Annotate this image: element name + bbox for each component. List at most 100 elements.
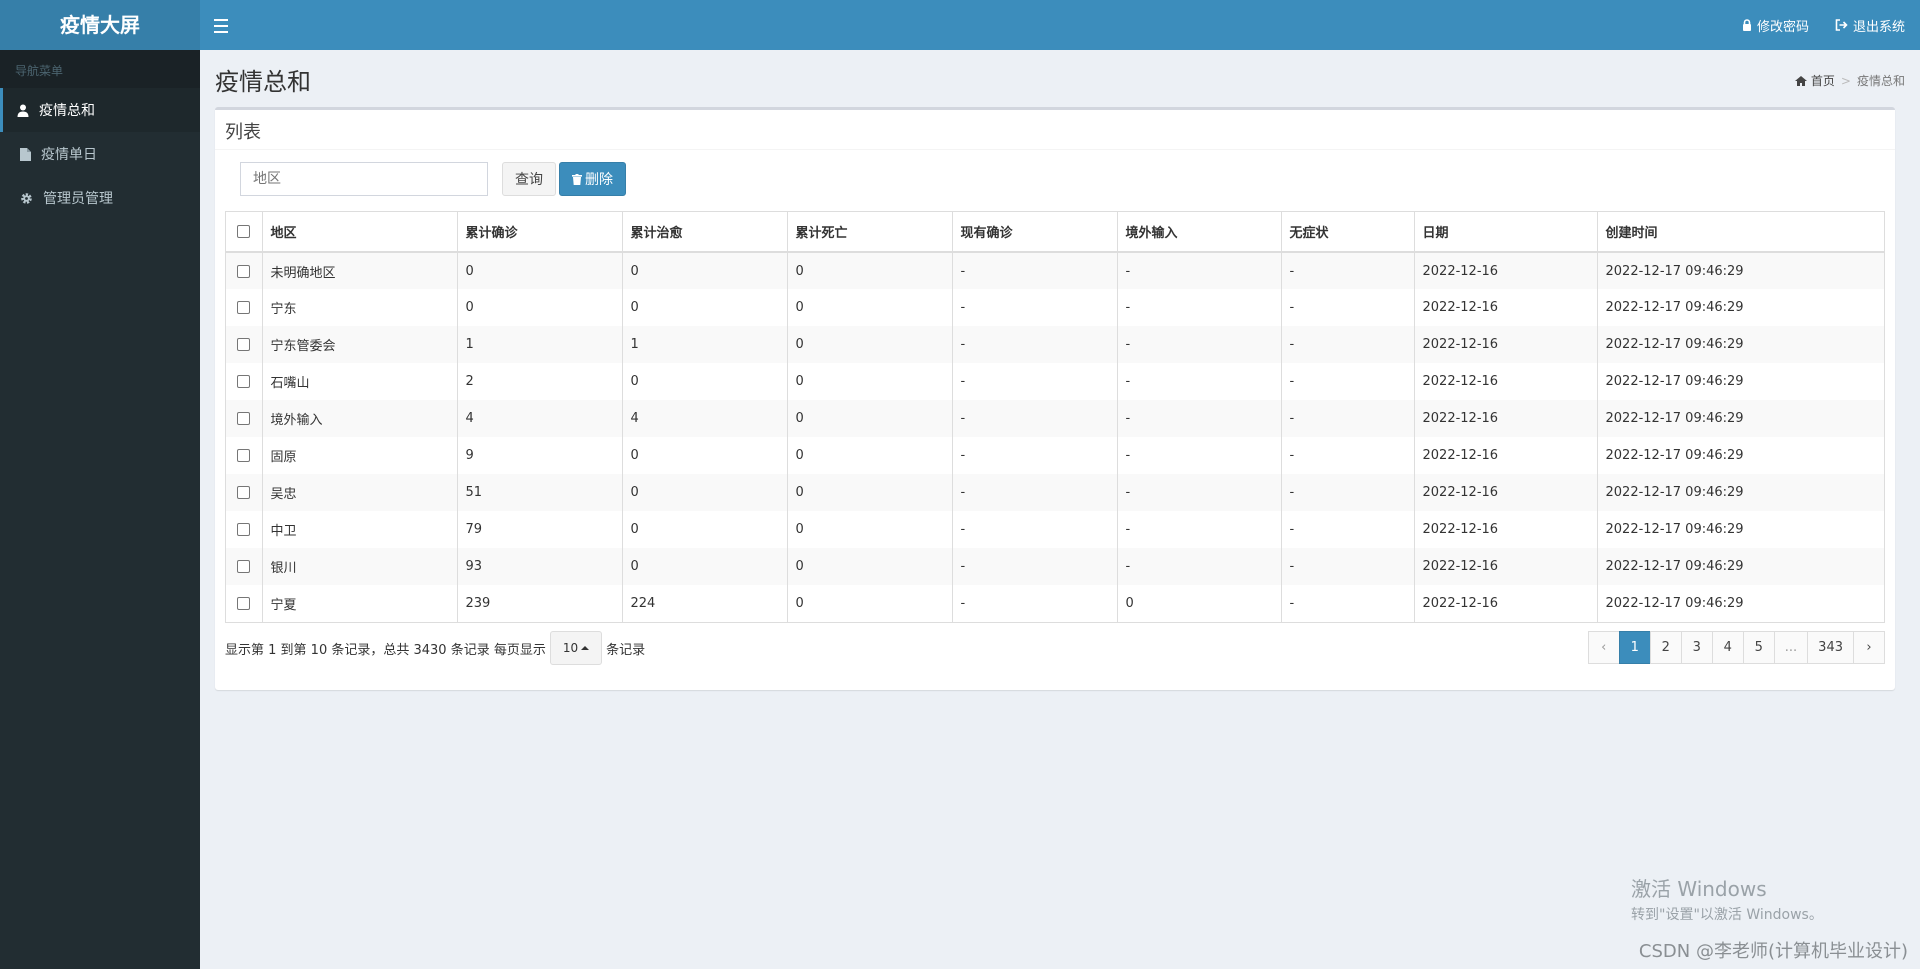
table-cell: - xyxy=(1117,252,1282,289)
user-icon xyxy=(17,104,29,117)
page-size-dropdown[interactable]: 10 xyxy=(549,631,603,665)
row-select-cell xyxy=(226,585,263,622)
row-checkbox[interactable] xyxy=(237,375,251,388)
sidebar-item-admin-management[interactable]: 管理员管理 xyxy=(0,176,200,220)
table-cell: 中卫 xyxy=(262,511,458,548)
table-cell: 0 xyxy=(787,326,953,363)
table-row[interactable]: 未明确地区 0 0 0- - -2022-12-16 2022-12-17 09:46:29 xyxy=(226,252,1884,289)
table-cell: - xyxy=(1117,400,1282,437)
row-select-cell xyxy=(226,326,263,363)
row-checkbox[interactable] xyxy=(237,301,251,314)
table-cell: - xyxy=(1117,289,1282,326)
row-checkbox[interactable] xyxy=(237,597,251,610)
table-cell: 0 xyxy=(787,511,953,548)
table-cell: 0 xyxy=(622,437,788,474)
table-cell: 93 xyxy=(457,548,623,585)
search-button[interactable]: 查询 xyxy=(502,162,556,196)
row-checkbox[interactable] xyxy=(237,264,251,278)
row-select-cell xyxy=(226,400,263,437)
page-button-2[interactable]: 2 xyxy=(1649,631,1682,664)
row-checkbox[interactable] xyxy=(237,449,251,462)
table-cell: 224 xyxy=(622,585,788,622)
table-cell: - xyxy=(1117,326,1282,363)
select-all-checkbox[interactable] xyxy=(237,225,251,238)
table-cell: 9 xyxy=(457,437,623,474)
hamburger-icon xyxy=(214,19,228,21)
table-cell: 宁东管委会 xyxy=(262,326,458,363)
sidebar-item-epidemic-daily[interactable]: 疫情单日 xyxy=(0,132,200,176)
table-cell: - xyxy=(1117,363,1282,400)
sidebar-toggle-button[interactable] xyxy=(212,12,238,38)
table-cell: - xyxy=(1281,252,1415,289)
table-cell: 0 xyxy=(787,289,953,326)
row-checkbox[interactable] xyxy=(237,560,251,573)
table-cell: 2022-12-17 09:46:29 xyxy=(1597,252,1884,289)
table-row[interactable]: 固原 9 0 0- - -2022-12-16 2022-12-17 09:46:29 xyxy=(226,437,1884,474)
table-row[interactable]: 吴忠 51 0 0- - -2022-12-16 2022-12-17 09:46:29 xyxy=(226,474,1884,511)
column-header[interactable]: 现有确诊 xyxy=(952,212,1118,253)
change-password-label: 修改密码 xyxy=(1756,19,1809,35)
pagination-info-suffix: 条记录 xyxy=(606,642,646,658)
row-select-cell xyxy=(226,437,263,474)
table-cell: 2022-12-16 xyxy=(1414,437,1598,474)
column-header[interactable]: 无症状 xyxy=(1281,212,1415,253)
row-checkbox[interactable] xyxy=(237,523,251,536)
table-row[interactable]: 宁东 0 0 0- - -2022-12-16 2022-12-17 09:46:29 xyxy=(226,289,1884,326)
page-button-343[interactable]: 343 xyxy=(1807,631,1854,664)
column-header[interactable]: 境外输入 xyxy=(1117,212,1282,253)
row-select-cell xyxy=(226,363,263,400)
table-row[interactable]: 宁东管委会 1 1 0- - -2022-12-16 2022-12-17 09:46:29 xyxy=(226,326,1884,363)
sidebar-item-label: 疫情单日 xyxy=(41,147,97,163)
table-row[interactable]: 银川 93 0 0- - -2022-12-16 2022-12-17 09:46:29 xyxy=(226,548,1884,585)
table-cell: - xyxy=(1281,363,1415,400)
table-cell: 宁夏 xyxy=(262,585,458,622)
page-button-3[interactable]: 3 xyxy=(1680,631,1713,664)
column-header[interactable]: 创建时间 xyxy=(1597,212,1884,253)
table-cell: - xyxy=(952,437,1118,474)
page-button-1[interactable]: 1 xyxy=(1618,631,1651,664)
table-cell: - xyxy=(952,289,1118,326)
column-header[interactable]: 地区 xyxy=(262,212,458,253)
region-search-input[interactable] xyxy=(240,162,488,196)
page-button-4[interactable]: 4 xyxy=(1711,631,1744,664)
prev-page-button[interactable]: ‹ xyxy=(1587,631,1620,664)
table-cell: 2022-12-17 09:46:29 xyxy=(1605,374,1744,389)
gear-icon xyxy=(21,192,32,204)
column-header[interactable]: 累计治愈 xyxy=(622,212,788,253)
table-cell: 2022-12-16 xyxy=(1414,585,1598,622)
windows-activation-watermark: 激活 Windows 转到"设置"以激活 Windows。 xyxy=(1631,877,1823,923)
row-select-cell xyxy=(226,548,263,585)
table-cell: 2022-12-17 09:46:29 xyxy=(1597,326,1884,363)
table-cell: - xyxy=(952,400,1118,437)
table-row[interactable]: 中卫 79 0 0- - -2022-12-16 2022-12-17 09:46:29 xyxy=(226,511,1884,548)
logout-link[interactable]: 退出系统 xyxy=(1835,16,1905,35)
table-cell: 1 xyxy=(457,326,623,363)
column-header[interactable]: 日期 xyxy=(1414,212,1598,253)
caret-up-icon xyxy=(581,646,590,650)
file-icon xyxy=(20,147,31,161)
table-cell: - xyxy=(1281,326,1415,363)
change-password-link[interactable]: 修改密码 xyxy=(1742,16,1809,35)
next-page-button[interactable]: › xyxy=(1853,631,1885,664)
table-cell: 4 xyxy=(457,400,623,437)
table-row[interactable]: 境外输入 4 4 0- - -2022-12-16 2022-12-17 09:46:29 xyxy=(226,400,1884,437)
row-select-cell xyxy=(226,289,263,326)
table-cell: 0 xyxy=(457,252,623,289)
table-cell: - xyxy=(1117,474,1282,511)
toolbar: 查询 删除 xyxy=(240,162,626,196)
row-checkbox[interactable] xyxy=(237,486,251,499)
app-logo[interactable]: 疫情大屏 xyxy=(0,0,200,50)
column-header[interactable]: 累计死亡 xyxy=(787,212,953,253)
table-cell: - xyxy=(1117,511,1282,548)
breadcrumb-home[interactable]: 首页 xyxy=(1811,72,1835,89)
row-checkbox[interactable] xyxy=(237,412,251,425)
page-button-5[interactable]: 5 xyxy=(1742,631,1775,664)
table-cell: 宁东 xyxy=(262,289,458,326)
table-row[interactable]: 石嘴山 2 0 0- - -2022-12-16 2022-12-17 09:46:29 xyxy=(226,363,1884,400)
delete-button[interactable]: 删除 xyxy=(559,162,626,196)
row-checkbox[interactable] xyxy=(237,338,251,351)
table-cell: 1 xyxy=(622,326,788,363)
table-row[interactable]: 宁夏 239 224 0-0-2022-12-16 2022-12-17 09:46:2… xyxy=(226,585,1884,622)
sidebar-item-epidemic-total[interactable]: 疫情总和 xyxy=(0,88,200,132)
column-header[interactable]: 累计确诊 xyxy=(457,212,623,253)
